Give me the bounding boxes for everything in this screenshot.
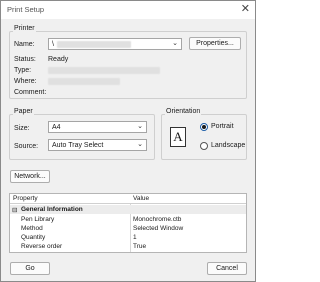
table-row[interactable]: Reverse order True: [10, 242, 246, 251]
paper-source-value: Auto Tray Select: [52, 142, 104, 149]
size-label: Size:: [14, 125, 30, 132]
collapse-icon[interactable]: ⊟: [12, 206, 17, 214]
grid-header: Property Value: [10, 194, 246, 204]
row-value: Monochrome.ctb: [133, 216, 182, 223]
paper-legend: Paper: [13, 108, 34, 115]
print-setup-dialog: Print Setup ✕ Printer Name: \ ⌄ Properti…: [0, 0, 256, 282]
row-value: True: [133, 243, 147, 250]
row-property: Quantity: [21, 234, 46, 241]
title-bar: Print Setup ✕: [1, 1, 255, 19]
row-value: 1: [133, 234, 137, 241]
category-label: General Information: [21, 206, 83, 213]
chevron-down-icon: ⌄: [137, 141, 143, 148]
comment-label: Comment:: [14, 89, 47, 96]
redacted-where: [48, 78, 120, 85]
table-row[interactable]: Method Selected Window: [10, 224, 246, 233]
portrait-label[interactable]: Portrait: [211, 123, 234, 130]
go-button[interactable]: Go: [10, 262, 50, 275]
table-row[interactable]: Quantity 1: [10, 233, 246, 242]
redacted-printer-name: [57, 41, 131, 48]
property-grid: Property Value ⊟ General Information Pen…: [9, 193, 247, 253]
close-icon[interactable]: ✕: [241, 3, 250, 15]
paper-size-select[interactable]: A4 ⌄: [48, 121, 147, 133]
printer-name-value: \: [52, 41, 54, 48]
printer-name-select[interactable]: \ ⌄: [48, 38, 182, 50]
portrait-radio[interactable]: [200, 123, 208, 131]
redacted-type: [48, 67, 160, 74]
name-label: Name:: [14, 41, 35, 48]
source-label: Source:: [14, 143, 39, 150]
printer-legend: Printer: [13, 25, 36, 32]
type-label: Type:: [14, 67, 32, 74]
chevron-down-icon: ⌄: [137, 123, 143, 130]
landscape-radio[interactable]: [200, 142, 208, 150]
status-value: Ready: [48, 56, 69, 63]
paper-size-value: A4: [52, 124, 61, 131]
network-button[interactable]: Network...: [10, 170, 50, 183]
portrait-page-icon: A: [170, 127, 186, 147]
row-property: Pen Library: [21, 216, 55, 223]
paper-source-select[interactable]: Auto Tray Select ⌄: [48, 139, 147, 151]
row-value: Selected Window: [133, 225, 184, 232]
cancel-button[interactable]: Cancel: [207, 262, 247, 275]
column-header-property[interactable]: Property: [13, 195, 38, 202]
row-property: Reverse order: [21, 243, 63, 250]
window-title: Print Setup: [7, 5, 45, 14]
chevron-down-icon: ⌄: [172, 40, 178, 47]
category-row[interactable]: ⊟ General Information: [10, 205, 246, 214]
status-label: Status:: [14, 56, 36, 63]
orientation-legend: Orientation: [165, 108, 202, 115]
row-property: Method: [21, 225, 43, 232]
properties-button[interactable]: Properties...: [189, 37, 241, 50]
column-header-value[interactable]: Value: [133, 195, 149, 202]
table-row[interactable]: Pen Library Monochrome.ctb: [10, 215, 246, 224]
where-label: Where:: [14, 78, 37, 85]
landscape-label[interactable]: Landscape: [211, 142, 245, 149]
